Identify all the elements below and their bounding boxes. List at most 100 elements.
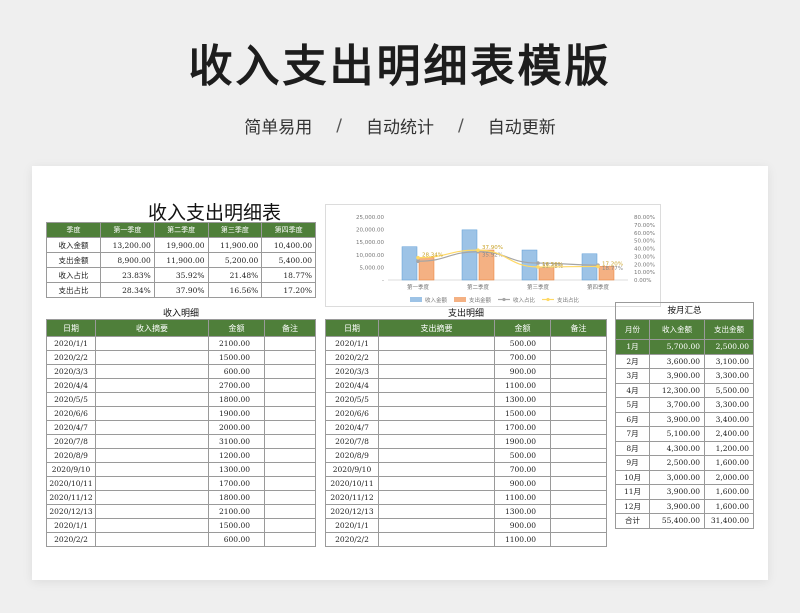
income-amount-cell[interactable]: 1300.00	[208, 462, 265, 477]
expense-amount-cell[interactable]: 500.00	[494, 448, 551, 463]
income-note-cell[interactable]	[264, 364, 316, 379]
month-cell[interactable]: 7月	[615, 426, 650, 442]
month-cell[interactable]: 4月	[615, 382, 650, 398]
monthly-amount-cell[interactable]: 3,900.00	[649, 498, 705, 514]
expense-amount-cell[interactable]: 1100.00	[494, 378, 551, 393]
month-cell[interactable]: 5月	[615, 397, 650, 413]
income-note-cell[interactable]	[264, 378, 316, 393]
quarter-cell[interactable]: 5,400.00	[261, 252, 316, 268]
monthly-amount-cell[interactable]: 3,000.00	[649, 469, 705, 485]
quarter-cell[interactable]: 5,200.00	[207, 252, 263, 268]
monthly-amount-cell[interactable]: 3,400.00	[704, 411, 754, 427]
income-note-cell[interactable]	[264, 476, 316, 491]
expense-amount-cell[interactable]: 1300.00	[494, 504, 551, 519]
quarter-cell[interactable]: 35.92%	[153, 267, 209, 283]
income-note-cell[interactable]	[264, 462, 316, 477]
expense-summary-cell[interactable]	[378, 518, 495, 533]
monthly-amount-cell[interactable]: 2,000.00	[704, 469, 754, 485]
monthly-amount-cell[interactable]: 2,500.00	[704, 339, 754, 355]
income-date-cell[interactable]: 2020/8/9	[46, 448, 96, 463]
expense-note-cell[interactable]	[550, 350, 607, 365]
expense-date-cell[interactable]: 2020/3/3	[325, 364, 379, 379]
income-amount-cell[interactable]: 2100.00	[208, 504, 265, 519]
quarter-cell[interactable]: 28.34%	[100, 282, 155, 298]
quarter-cell[interactable]: 18.77%	[261, 267, 316, 283]
quarter-cell[interactable]: 11,900.00	[153, 252, 209, 268]
income-date-cell[interactable]: 2020/9/10	[46, 462, 96, 477]
monthly-amount-cell[interactable]: 1,600.00	[704, 498, 754, 514]
month-cell[interactable]: 11月	[615, 484, 650, 500]
income-summary-cell[interactable]	[95, 532, 209, 547]
quarter-cell[interactable]: 8,900.00	[100, 252, 155, 268]
income-amount-cell[interactable]: 1700.00	[208, 476, 265, 491]
month-cell[interactable]: 6月	[615, 411, 650, 427]
expense-date-cell[interactable]: 2020/1/1	[325, 518, 379, 533]
income-amount-cell[interactable]: 1200.00	[208, 448, 265, 463]
quarter-cell[interactable]: 16.56%	[207, 282, 263, 298]
expense-amount-cell[interactable]: 1500.00	[494, 406, 551, 421]
income-date-cell[interactable]: 2020/4/4	[46, 378, 96, 393]
income-date-cell[interactable]: 2020/6/6	[46, 406, 96, 421]
month-cell[interactable]: 1月	[615, 339, 650, 355]
monthly-amount-cell[interactable]: 4,300.00	[649, 440, 705, 456]
income-note-cell[interactable]	[264, 518, 316, 533]
expense-amount-cell[interactable]: 1100.00	[494, 490, 551, 505]
expense-date-cell[interactable]: 2020/4/7	[325, 420, 379, 435]
expense-amount-cell[interactable]: 900.00	[494, 476, 551, 491]
expense-amount-cell[interactable]: 700.00	[494, 462, 551, 477]
income-date-cell[interactable]: 2020/2/2	[46, 532, 96, 547]
expense-summary-cell[interactable]	[378, 532, 495, 547]
income-summary-cell[interactable]	[95, 378, 209, 393]
month-cell[interactable]: 合计	[615, 513, 650, 529]
expense-summary-cell[interactable]	[378, 406, 495, 421]
expense-summary-cell[interactable]	[378, 392, 495, 407]
income-amount-cell[interactable]: 1500.00	[208, 350, 265, 365]
expense-amount-cell[interactable]: 1300.00	[494, 392, 551, 407]
income-note-cell[interactable]	[264, 434, 316, 449]
income-note-cell[interactable]	[264, 350, 316, 365]
income-summary-cell[interactable]	[95, 364, 209, 379]
income-amount-cell[interactable]: 2700.00	[208, 378, 265, 393]
monthly-amount-cell[interactable]: 1,200.00	[704, 440, 754, 456]
expense-date-cell[interactable]: 2020/11/12	[325, 490, 379, 505]
income-note-cell[interactable]	[264, 406, 316, 421]
expense-summary-cell[interactable]	[378, 476, 495, 491]
expense-note-cell[interactable]	[550, 518, 607, 533]
quarter-cell[interactable]: 10,400.00	[261, 237, 316, 253]
income-note-cell[interactable]	[264, 448, 316, 463]
income-date-cell[interactable]: 2020/5/5	[46, 392, 96, 407]
expense-note-cell[interactable]	[550, 392, 607, 407]
expense-summary-cell[interactable]	[378, 336, 495, 351]
monthly-amount-cell[interactable]: 2,400.00	[704, 426, 754, 442]
monthly-amount-cell[interactable]: 1,600.00	[704, 484, 754, 500]
quarter-cell[interactable]: 11,900.00	[207, 237, 263, 253]
expense-amount-cell[interactable]: 700.00	[494, 350, 551, 365]
income-summary-cell[interactable]	[95, 518, 209, 533]
expense-date-cell[interactable]: 2020/10/11	[325, 476, 379, 491]
expense-summary-cell[interactable]	[378, 364, 495, 379]
income-note-cell[interactable]	[264, 490, 316, 505]
expense-note-cell[interactable]	[550, 378, 607, 393]
income-date-cell[interactable]: 2020/2/2	[46, 350, 96, 365]
month-cell[interactable]: 2月	[615, 353, 650, 369]
income-summary-cell[interactable]	[95, 420, 209, 435]
expense-summary-cell[interactable]	[378, 378, 495, 393]
quarter-row-label[interactable]: 支出金额	[46, 252, 101, 268]
monthly-amount-cell[interactable]: 31,400.00	[704, 513, 754, 529]
income-summary-cell[interactable]	[95, 392, 209, 407]
income-amount-cell[interactable]: 1500.00	[208, 518, 265, 533]
income-date-cell[interactable]: 2020/11/12	[46, 490, 96, 505]
expense-note-cell[interactable]	[550, 364, 607, 379]
expense-note-cell[interactable]	[550, 336, 607, 351]
income-amount-cell[interactable]: 1800.00	[208, 490, 265, 505]
income-date-cell[interactable]: 2020/10/11	[46, 476, 96, 491]
quarter-cell[interactable]: 23.83%	[100, 267, 155, 283]
expense-note-cell[interactable]	[550, 476, 607, 491]
expense-note-cell[interactable]	[550, 504, 607, 519]
monthly-amount-cell[interactable]: 2,500.00	[649, 455, 705, 471]
expense-summary-cell[interactable]	[378, 462, 495, 477]
expense-summary-cell[interactable]	[378, 490, 495, 505]
expense-summary-cell[interactable]	[378, 420, 495, 435]
income-summary-cell[interactable]	[95, 350, 209, 365]
quarter-cell[interactable]: 13,200.00	[100, 237, 155, 253]
